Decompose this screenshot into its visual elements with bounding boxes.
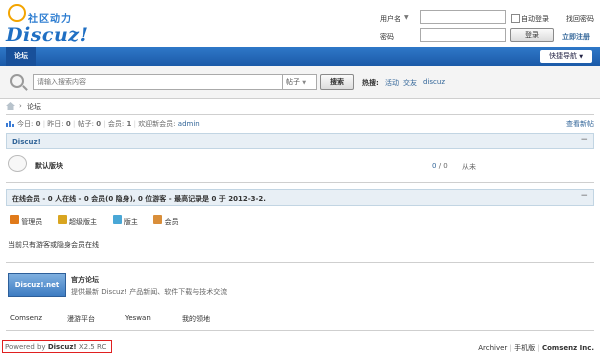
hot-search-link[interactable]: 活动 (385, 78, 399, 88)
footer-links: Archiver | 手机版 | Comsenz Inc. (478, 344, 594, 352)
register-link[interactable]: 立即注册 (562, 32, 590, 42)
search-scope-label: 帖子 (286, 78, 300, 86)
powered-by-version: X2.5 RC (78, 343, 107, 351)
stat-label: 会员: (107, 120, 125, 128)
divider (6, 114, 594, 115)
archiver-link[interactable]: Archiver (478, 344, 507, 352)
role-label: 会员 (164, 218, 179, 226)
friend-link[interactable]: 我的领地 (182, 314, 210, 324)
official-forum-banner[interactable]: Discuz!.net (8, 273, 66, 297)
mobile-link[interactable]: 手机版 (514, 344, 535, 352)
stat-value: 0 (65, 120, 71, 128)
new-member-link[interactable]: admin (178, 120, 200, 128)
friend-link[interactable]: Comsenz (10, 314, 42, 322)
view-new-posts-link[interactable]: 查看新帖 (566, 119, 594, 129)
search-scope-select[interactable]: 帖子 ▼ (283, 74, 317, 90)
powered-by-label: Powered by (5, 343, 46, 351)
nav-tab-forum[interactable]: 论坛 (6, 47, 36, 66)
auto-login-checkbox[interactable] (511, 14, 520, 23)
stat-value: 1 (126, 120, 132, 128)
stat-value: 0 (96, 120, 102, 128)
divider (6, 330, 594, 331)
password-label: 密码 (380, 33, 394, 41)
member-icon (153, 215, 163, 224)
stat-label: 昨日: (47, 120, 64, 128)
stat-label: 今日: (17, 120, 34, 128)
login-button[interactable]: 登录 (510, 28, 554, 42)
divider (6, 182, 594, 183)
welcome-label: 欢迎新会员: (138, 120, 176, 128)
quick-nav-button[interactable]: 快捷导航 ▼ (540, 50, 592, 63)
chevron-down-icon: ▼ (579, 54, 584, 60)
stat-value: 0 (35, 120, 41, 128)
breadcrumb-current[interactable]: 论坛 (27, 102, 41, 112)
logo-tagline: 社区动力 (28, 14, 72, 25)
collapse-icon[interactable]: − (580, 135, 588, 145)
forum-last-post: 从未 (462, 163, 476, 171)
forum-stats: 今日: 0 | 昨日: 0 | 帖子: 0 | 会员: 1 | 欢迎新会员: a… (17, 120, 200, 128)
friend-link[interactable]: Yeswan (125, 314, 151, 322)
search-input[interactable] (33, 74, 283, 90)
super-moderator-icon (57, 215, 67, 224)
username-input[interactable] (420, 10, 506, 24)
hot-search-link[interactable]: 交友 (403, 78, 417, 88)
moderator-icon (112, 215, 122, 224)
chevron-down-icon: ▼ (302, 80, 307, 86)
quick-nav-label: 快捷导航 (548, 52, 577, 60)
logo[interactable]: Discuz! (6, 24, 88, 46)
role-label: 超级版主 (69, 218, 98, 226)
category-header: Discuz! − (6, 133, 594, 149)
stats-chart-icon (6, 120, 14, 127)
username-label: 用户名 (380, 15, 401, 23)
forum-threads: 0 (432, 162, 437, 170)
forum-posts: 0 (443, 162, 448, 170)
powered-by-product[interactable]: Discuz! (48, 343, 77, 351)
stat-label: 帖子: (77, 120, 94, 128)
powered-by: Powered by Discuz! X2.5 RC (5, 343, 106, 351)
logo-bubble-icon (8, 4, 26, 22)
hot-search-link[interactable]: discuz (423, 78, 445, 86)
friend-link[interactable]: 漫游平台 (67, 314, 95, 324)
role-legend: 管理员 超级版主 版主 会员 (10, 215, 179, 227)
forum-counts: 0 / 0 (432, 162, 448, 170)
role-label: 版主 (123, 218, 138, 226)
hot-search-label: 热搜: (362, 79, 379, 87)
home-icon[interactable] (6, 102, 15, 110)
official-forum-desc: 提供最新 Discuz! 产品新闻、软件下载与技术交流 (71, 288, 228, 296)
company-link[interactable]: Comsenz Inc. (542, 344, 594, 352)
admin-user-icon (10, 215, 19, 224)
password-input[interactable] (420, 28, 506, 42)
role-label: 管理员 (21, 218, 43, 226)
forgot-password-link[interactable]: 找回密码 (566, 14, 594, 24)
official-forum-title[interactable]: 官方论坛 (71, 275, 99, 285)
online-title: 在线会员 - 0 人在线 - 0 会员(0 隐身), 0 位游客 - 最高记录是… (12, 195, 266, 203)
online-note: 当前只有游客或隐身会员在线 (8, 241, 99, 249)
search-button[interactable]: 搜索 (320, 74, 354, 90)
online-header: 在线会员 - 0 人在线 - 0 会员(0 隐身), 0 位游客 - 最高记录是… (6, 189, 594, 206)
username-type-dropdown-icon[interactable]: ▼ (404, 14, 409, 21)
forum-speech-bubble-icon (8, 155, 27, 172)
main-nav: 论坛 快捷导航 ▼ (0, 47, 600, 66)
breadcrumb-separator-icon: › (19, 102, 22, 110)
category-title[interactable]: Discuz! (12, 138, 41, 146)
auto-login-label: 自动登录 (521, 15, 549, 23)
forum-name[interactable]: 默认版块 (35, 161, 63, 171)
divider (6, 262, 594, 263)
collapse-icon[interactable]: − (580, 191, 588, 201)
